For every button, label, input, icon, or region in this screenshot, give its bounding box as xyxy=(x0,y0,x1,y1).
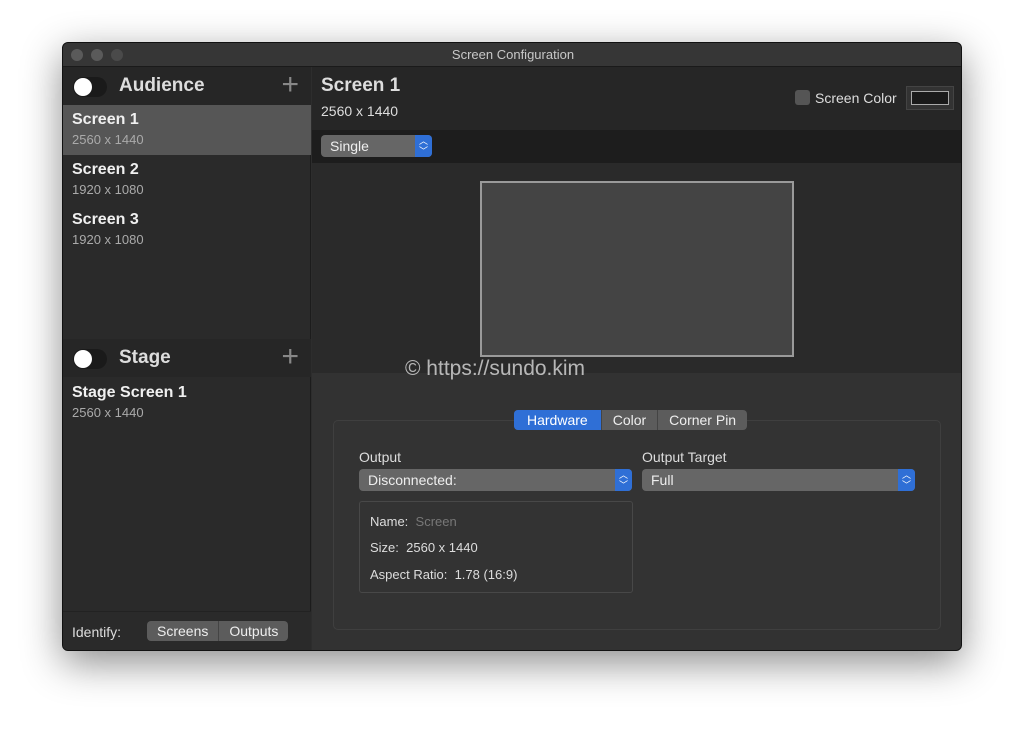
output-popup[interactable]: Disconnected: ︿ ﹀ xyxy=(359,469,632,491)
list-item-stage-screen-1[interactable]: Stage Screen 1 2560 x 1440 xyxy=(63,378,311,428)
minimize-button[interactable] xyxy=(91,49,103,61)
identify-segmented-control: Screens Outputs xyxy=(147,621,289,641)
screen-color-swatch xyxy=(911,91,949,105)
mode-value: Single xyxy=(330,138,369,154)
item-size: 2560 x 1440 xyxy=(72,405,144,420)
screen-preview-area xyxy=(312,163,961,373)
tab-hardware[interactable]: Hardware xyxy=(514,410,602,430)
detail-header: Screen 1 2560 x 1440 Screen Color xyxy=(312,67,961,130)
screen-preview[interactable] xyxy=(480,181,794,357)
screen-configuration-window: Screen Configuration Audience + Screen 1… xyxy=(62,42,962,651)
zoom-button[interactable] xyxy=(111,49,123,61)
list-item-screen-3[interactable]: Screen 3 1920 x 1080 xyxy=(63,205,311,255)
stage-title: Stage xyxy=(119,347,171,368)
stage-header: Stage + xyxy=(63,339,311,377)
size-value: 2560 x 1440 xyxy=(406,540,478,555)
chevron-up-down-icon: ︿ ﹀ xyxy=(615,469,632,491)
tab-panel: Output Disconnected: ︿ ﹀ Output Target Fu… xyxy=(333,420,941,630)
output-target-value: Full xyxy=(651,472,674,488)
item-name: Screen 2 xyxy=(72,161,139,178)
name-value: Screen xyxy=(415,514,457,529)
screen-color-well[interactable] xyxy=(906,86,954,110)
tab-color[interactable]: Color xyxy=(602,410,659,430)
item-size: 1920 x 1080 xyxy=(72,232,144,247)
item-name: Screen 3 xyxy=(72,211,139,228)
list-item-screen-2[interactable]: Screen 2 1920 x 1080 xyxy=(63,155,311,205)
output-label: Output xyxy=(359,449,402,465)
output-value: Disconnected: xyxy=(368,472,457,488)
item-size: 1920 x 1080 xyxy=(72,182,144,197)
item-size: 2560 x 1440 xyxy=(72,132,144,147)
audience-title: Audience xyxy=(119,75,205,96)
identify-outputs-button[interactable]: Outputs xyxy=(219,621,288,641)
output-info-box: Name: Screen Size: 2560 x 1440 Aspect Ra… xyxy=(359,501,633,593)
chevron-up-down-icon: ︿ ﹀ xyxy=(415,135,432,157)
list-item-screen-1[interactable]: Screen 1 2560 x 1440 xyxy=(63,105,311,155)
tab-corner-pin[interactable]: Corner Pin xyxy=(658,410,747,430)
output-target-popup[interactable]: Full ︿ ﹀ xyxy=(642,469,915,491)
output-target-label: Output Target xyxy=(642,449,727,465)
size-label: Size: xyxy=(370,540,399,555)
audience-header: Audience + xyxy=(63,67,311,105)
screen-color-label: Screen Color xyxy=(815,90,897,106)
item-name: Stage Screen 1 xyxy=(72,384,187,401)
watermark: © https://sundo.kim xyxy=(405,357,586,380)
identify-screens-button[interactable]: Screens xyxy=(147,621,220,641)
screen-color-checkbox[interactable] xyxy=(795,90,810,105)
detail-title: Screen 1 xyxy=(321,75,401,96)
stage-toggle[interactable] xyxy=(73,349,107,369)
aspect-value: 1.78 (16:9) xyxy=(454,567,518,582)
mode-bar: Single ︿ ﹀ xyxy=(312,130,961,163)
sidebar: Audience + Screen 1 2560 x 1440 Screen 2… xyxy=(63,67,311,650)
item-name: Screen 1 xyxy=(72,111,139,128)
tab-bar: Hardware Color Corner Pin xyxy=(514,410,748,430)
add-stage-screen-plus-icon[interactable]: + xyxy=(281,342,299,372)
identify-label: Identify: xyxy=(72,624,122,640)
name-label: Name: xyxy=(370,514,409,529)
identify-footer: Identify: Screens Outputs xyxy=(63,611,311,650)
audience-toggle[interactable] xyxy=(73,77,107,97)
detail-size: 2560 x 1440 xyxy=(321,103,399,119)
settings-area: Output Disconnected: ︿ ﹀ Output Target Fu… xyxy=(312,373,961,650)
add-audience-screen-plus-icon[interactable]: + xyxy=(281,70,299,100)
title-bar: Screen Configuration xyxy=(63,43,961,67)
window-title: Screen Configuration xyxy=(451,47,575,62)
close-button[interactable] xyxy=(71,49,83,61)
mode-popup[interactable]: Single ︿ ﹀ xyxy=(321,135,432,157)
chevron-up-down-icon: ︿ ﹀ xyxy=(898,469,915,491)
aspect-label: Aspect Ratio: xyxy=(370,567,448,582)
